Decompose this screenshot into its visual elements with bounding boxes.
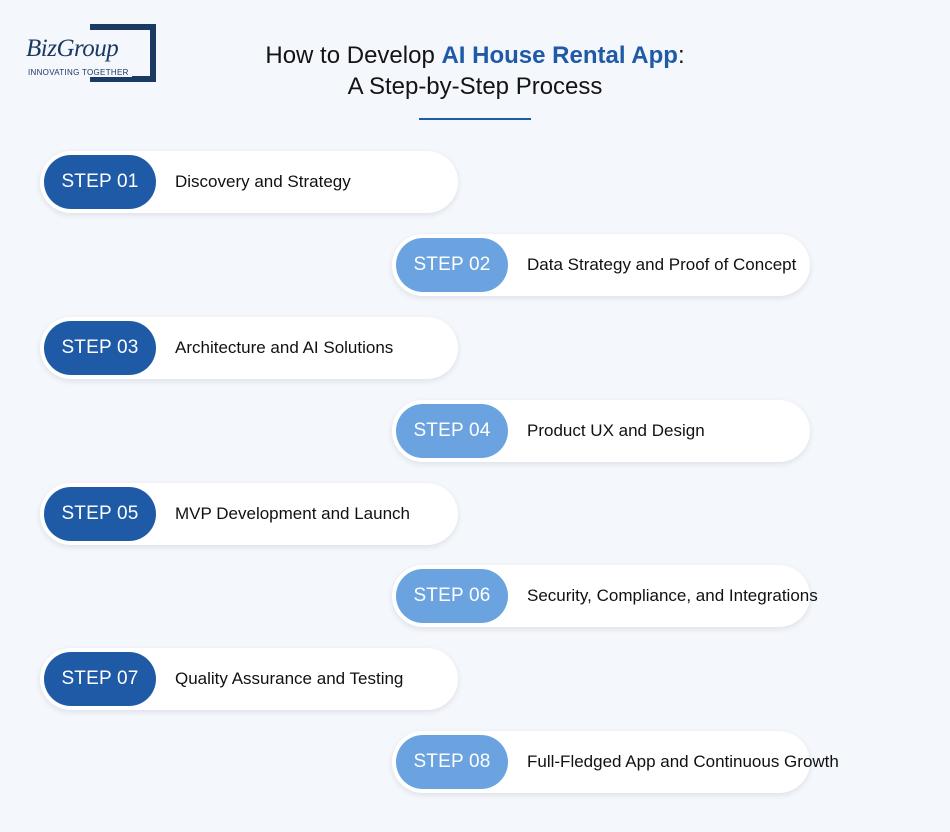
step-badge: STEP 06 xyxy=(396,569,508,623)
step-badge: STEP 05 xyxy=(44,487,156,541)
step-badge: STEP 04 xyxy=(396,404,508,458)
title-line-2: A Step-by-Step Process xyxy=(347,73,603,100)
infographic: BizGroup INNOVATING TOGETHER How to Deve… xyxy=(0,0,950,832)
step-label: Discovery and Strategy xyxy=(175,172,351,191)
step-badge: STEP 01 xyxy=(44,155,156,209)
title-divider xyxy=(419,118,531,120)
step-08: STEP 08 Full-Fledged App and Continuous … xyxy=(392,731,839,793)
step-label: Architecture and AI Solutions xyxy=(175,338,394,357)
step-badge: STEP 08 xyxy=(396,735,508,789)
step-label: MVP Development and Launch xyxy=(175,504,411,523)
step-03: STEP 03 Architecture and AI Solutions xyxy=(40,317,458,379)
step-badge: STEP 03 xyxy=(44,321,156,375)
step-01: STEP 01 Discovery and Strategy xyxy=(40,151,458,213)
step-badge: STEP 02 xyxy=(396,238,508,292)
title-accent: AI House Rental App xyxy=(441,42,678,69)
title-line-1: How to Develop AI House Rental App: xyxy=(0,40,950,71)
page-title: How to Develop AI House Rental App: A St… xyxy=(0,40,950,102)
step-label: Product UX and Design xyxy=(527,421,705,440)
step-badge: STEP 07 xyxy=(44,652,156,706)
step-05: STEP 05 MVP Development and Launch xyxy=(40,483,458,545)
title-prefix: How to Develop xyxy=(265,42,442,69)
step-02: STEP 02 Data Strategy and Proof of Conce… xyxy=(392,234,810,296)
step-07: STEP 07 Quality Assurance and Testing xyxy=(40,648,458,710)
step-label: Quality Assurance and Testing xyxy=(175,669,404,688)
step-06: STEP 06 Security, Compliance, and Integr… xyxy=(392,565,818,627)
step-label: Full-Fledged App and Continuous Growth xyxy=(527,752,839,771)
title-suffix: : xyxy=(677,42,685,69)
step-04: STEP 04 Product UX and Design xyxy=(392,400,810,462)
step-label: Security, Compliance, and Integrations xyxy=(527,586,818,605)
step-label: Data Strategy and Proof of Concept xyxy=(527,255,797,274)
